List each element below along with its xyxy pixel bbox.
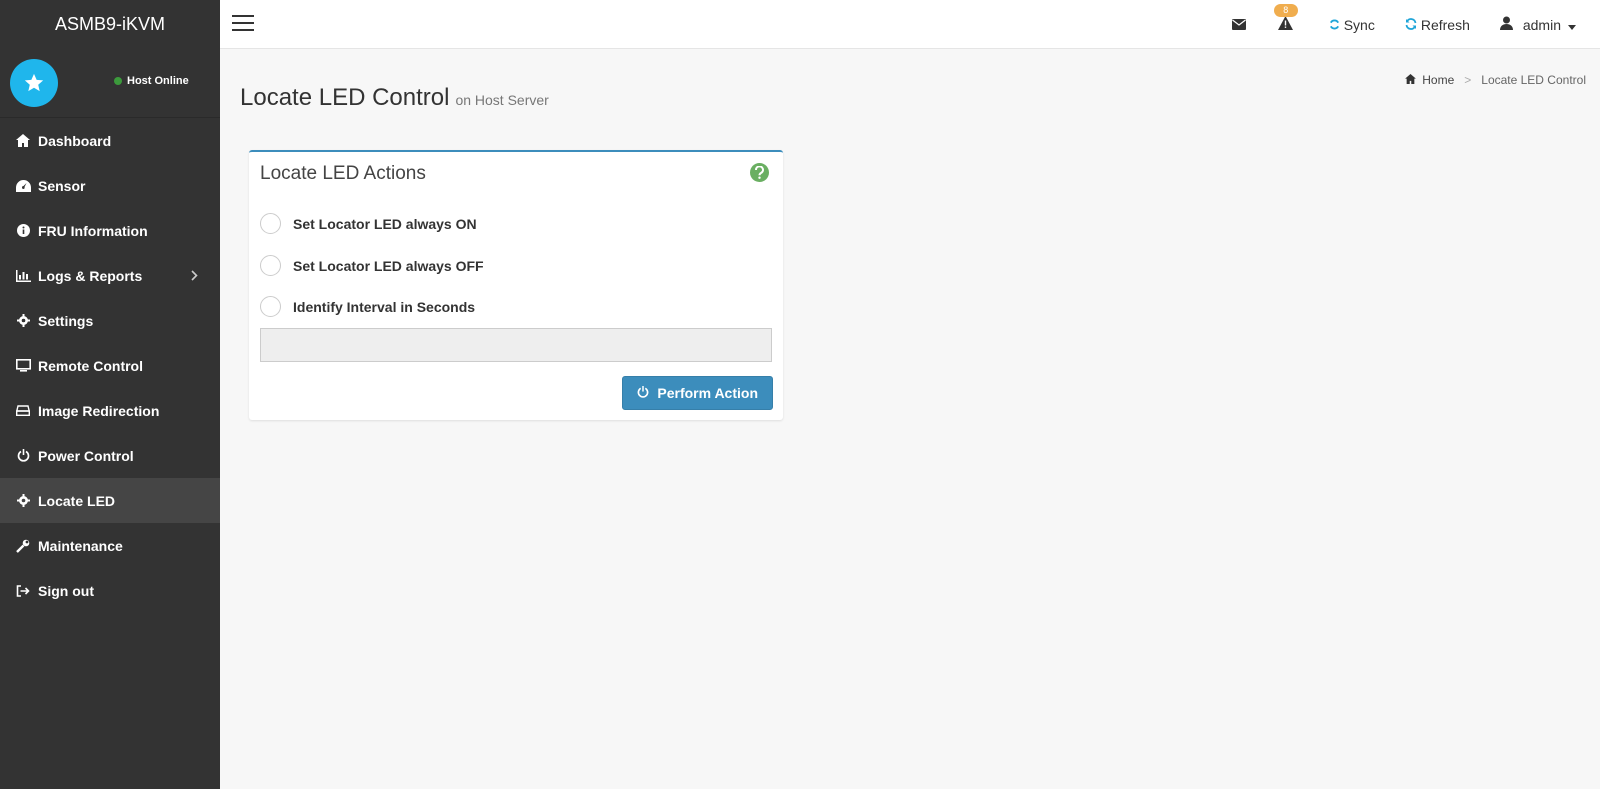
page-subtitle: on Host Server (455, 92, 549, 108)
page-title-text: Locate LED Control (240, 84, 450, 111)
option-label: Set Locator LED always ON (293, 215, 477, 232)
help-icon[interactable] (750, 163, 769, 182)
top-header: 8 Sync Refresh admin (220, 0, 1600, 49)
sidebar-item-label: Image Redirection (38, 402, 160, 419)
hamburger-line (232, 15, 254, 17)
sidebar-item-image-redirection[interactable]: Image Redirection (0, 388, 220, 433)
option-always-off[interactable]: Set Locator LED always OFF (260, 255, 484, 276)
home-icon (15, 133, 31, 149)
caret-down-icon (1568, 17, 1576, 33)
panel-title: Locate LED Actions (260, 163, 426, 184)
sidebar-item-remote-control[interactable]: Remote Control (0, 343, 220, 388)
sidebar-item-fru-information[interactable]: FRU Information (0, 208, 220, 253)
sync-icon (1329, 17, 1340, 33)
home-icon (1405, 73, 1417, 87)
sidebar-item-label: Power Control (38, 447, 134, 464)
sidebar-item-maintenance[interactable]: Maintenance (0, 523, 220, 568)
radio-always-off[interactable] (260, 255, 281, 276)
sidebar-item-label: Logs & Reports (38, 267, 143, 284)
user-panel: Host Online (0, 49, 220, 118)
envelope-icon (1231, 17, 1246, 33)
sidebar-item-label: Dashboard (38, 132, 112, 149)
sidebar-nav: Dashboard Sensor FRU Information Logs & … (0, 118, 220, 613)
dashboard-gauge-icon (15, 178, 31, 194)
sidebar-item-label: Sensor (38, 177, 86, 194)
breadcrumb: Home > Locate LED Control (1405, 73, 1586, 87)
page-title: Locate LED Control on Host Server (240, 84, 549, 112)
refresh-icon (1405, 17, 1417, 33)
breadcrumb-current: Locate LED Control (1481, 73, 1586, 87)
option-identify-interval[interactable]: Identify Interval in Seconds (260, 296, 475, 317)
monitor-icon (15, 358, 31, 374)
perform-action-button[interactable]: Perform Action (622, 376, 773, 410)
chevron-right-icon (191, 268, 198, 284)
sidebar-item-power-control[interactable]: Power Control (0, 433, 220, 478)
messages-button[interactable] (1231, 17, 1246, 33)
radio-identify-interval[interactable] (260, 296, 281, 317)
option-label: Identify Interval in Seconds (293, 298, 476, 315)
bar-chart-icon (15, 268, 31, 284)
sidebar-item-label: Settings (38, 312, 94, 329)
host-status-label: Host Online (127, 75, 189, 87)
refresh-button[interactable]: Refresh (1405, 17, 1470, 33)
status-dot-icon (114, 77, 122, 85)
breadcrumb-home-link[interactable]: Home (1422, 73, 1454, 87)
alert-count-badge: 8 (1273, 4, 1298, 17)
info-circle-icon (15, 223, 31, 239)
gear-icon (15, 313, 31, 329)
header-actions: 8 Sync Refresh admin (1231, 0, 1600, 49)
sync-label: Sync (1343, 16, 1375, 33)
gear-icon (15, 493, 31, 509)
radio-always-on[interactable] (260, 213, 281, 234)
host-status: Host Online (114, 75, 189, 87)
power-icon (637, 385, 649, 401)
breadcrumb-separator: > (1464, 73, 1472, 87)
sidebar-item-sign-out[interactable]: Sign out (0, 568, 220, 613)
option-always-on[interactable]: Set Locator LED always ON (260, 213, 477, 234)
sidebar-item-label: Sign out (38, 582, 94, 599)
user-icon (1499, 16, 1513, 33)
sidebar-item-label: Remote Control (38, 357, 143, 374)
sync-button[interactable]: Sync (1329, 17, 1375, 33)
user-menu-button[interactable]: admin (1499, 16, 1576, 33)
hdd-icon (15, 403, 31, 419)
sidebar-item-label: Locate LED (38, 492, 116, 509)
power-icon (15, 448, 31, 464)
sidebar: ASMB9-iKVM Host Online Dashboard Sensor … (0, 0, 220, 789)
option-label: Set Locator LED always OFF (293, 257, 484, 274)
sidebar-item-label: FRU Information (38, 222, 148, 239)
user-label: admin (1522, 16, 1561, 33)
sidebar-item-dashboard[interactable]: Dashboard (0, 118, 220, 163)
sidebar-item-sensor[interactable]: Sensor (0, 163, 220, 208)
locate-led-panel: Locate LED Actions Set Locator LED alway… (249, 150, 783, 420)
hamburger-line (232, 29, 254, 31)
sidebar-item-logs-reports[interactable]: Logs & Reports (0, 253, 220, 298)
brand-title[interactable]: ASMB9-iKVM (0, 0, 220, 49)
alerts-button[interactable]: 8 (1273, 4, 1298, 33)
sidebar-item-locate-led[interactable]: Locate LED (0, 478, 220, 523)
sidebar-item-settings[interactable]: Settings (0, 298, 220, 343)
interval-seconds-input[interactable] (260, 328, 772, 362)
warning-icon (1277, 16, 1293, 33)
star-icon (10, 59, 58, 107)
sign-out-icon (15, 583, 31, 599)
perform-action-label: Perform Action (657, 385, 758, 401)
sidebar-item-label: Maintenance (38, 537, 123, 554)
wrench-icon (15, 538, 31, 554)
menu-toggle-button[interactable] (232, 15, 254, 33)
hamburger-line (232, 22, 254, 24)
refresh-label: Refresh (1420, 16, 1470, 33)
